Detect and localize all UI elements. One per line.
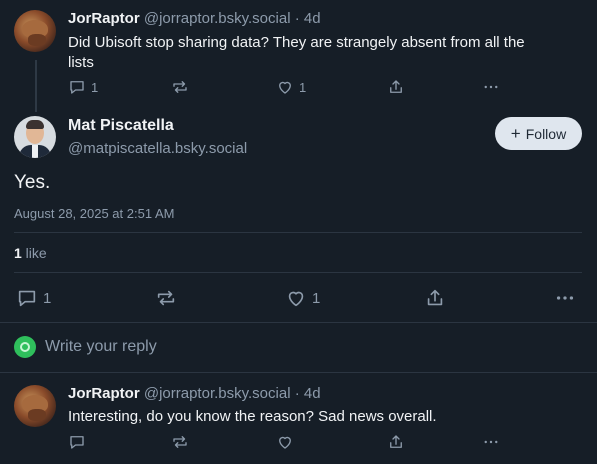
like-icon xyxy=(279,81,291,94)
parent-share-button[interactable] xyxy=(387,78,405,96)
more-icon xyxy=(484,440,498,444)
parent-post-header: JorRaptor @jorraptor.bsky.social · 4d xyxy=(68,10,321,27)
divider xyxy=(14,272,582,273)
share-icon xyxy=(390,435,402,448)
avatar-mat-piscatella[interactable] xyxy=(14,116,56,158)
reply-share-button[interactable] xyxy=(387,433,405,451)
reply-author-name[interactable]: JorRaptor xyxy=(68,385,140,402)
avatar-jorraptor[interactable] xyxy=(14,10,56,52)
repost-icon xyxy=(173,81,187,93)
parent-reply-button[interactable]: 1 xyxy=(68,78,98,96)
share-icon xyxy=(390,80,402,93)
avatar-jorraptor[interactable] xyxy=(14,385,56,427)
parent-reply-count: 1 xyxy=(91,79,99,95)
repost-icon xyxy=(173,436,187,448)
parent-more-button[interactable] xyxy=(481,78,501,96)
thread-connector xyxy=(35,60,37,112)
reply-more-button[interactable] xyxy=(481,433,501,451)
focus-repost-button[interactable] xyxy=(155,287,177,309)
more-icon xyxy=(484,85,498,89)
focus-author-name[interactable]: Mat Piscatella xyxy=(68,117,174,135)
focus-reply-count: 1 xyxy=(43,289,52,307)
parent-post-text: Did Ubisoft stop sharing data? They are … xyxy=(68,33,578,73)
focus-more-button[interactable] xyxy=(553,287,577,309)
post-age[interactable]: 4d xyxy=(304,385,321,402)
focus-like-count: 1 xyxy=(312,289,321,307)
parent-repost-button[interactable] xyxy=(171,78,189,96)
likes-label: like xyxy=(21,245,47,261)
parent-post-text-line1: Did Ubisoft stop sharing data? They are … xyxy=(68,34,525,51)
reply-icon xyxy=(70,81,84,94)
focus-reply-button[interactable]: 1 xyxy=(16,287,51,309)
parent-author-name[interactable]: JorRaptor xyxy=(68,10,140,27)
reply-icon xyxy=(18,290,36,307)
focus-post-text: Yes. xyxy=(14,172,51,193)
reply-input-placeholder[interactable]: Write your reply xyxy=(45,338,157,356)
more-icon xyxy=(556,296,574,300)
parent-post-text-line2: lists xyxy=(68,54,94,71)
current-user-avatar xyxy=(14,336,36,358)
reply-post-text: Interesting, do you know the reason? Sad… xyxy=(68,408,437,425)
parent-like-count: 1 xyxy=(299,79,307,95)
separator-dot: · xyxy=(294,10,300,27)
reply-repost-button[interactable] xyxy=(171,433,189,451)
like-icon xyxy=(288,291,304,307)
divider xyxy=(0,322,597,323)
parent-like-button[interactable]: 1 xyxy=(276,78,306,96)
divider xyxy=(14,232,582,233)
share-icon xyxy=(427,289,443,306)
reply-post-header: JorRaptor @jorraptor.bsky.social · 4d xyxy=(68,385,321,402)
likes-summary[interactable]: 1 like xyxy=(14,245,47,261)
follow-button[interactable]: + Follow xyxy=(495,117,582,150)
focus-like-button[interactable]: 1 xyxy=(285,287,320,309)
reply-author-handle[interactable]: @jorraptor.bsky.social xyxy=(144,385,291,402)
like-icon xyxy=(279,436,291,449)
reply-reply-button[interactable] xyxy=(68,433,86,451)
post-age[interactable]: 4d xyxy=(304,10,321,27)
likes-count: 1 xyxy=(14,245,22,261)
focus-post-timestamp[interactable]: August 28, 2025 at 2:51 AM xyxy=(14,206,174,221)
separator-dot: · xyxy=(294,385,300,402)
reply-like-button[interactable] xyxy=(276,433,294,451)
repost-icon xyxy=(157,290,175,306)
reply-composer[interactable]: Write your reply xyxy=(14,336,157,358)
focus-author-handle[interactable]: @matpiscatella.bsky.social xyxy=(68,140,247,157)
focus-share-button[interactable] xyxy=(424,287,446,309)
plus-icon: + xyxy=(510,124,521,143)
follow-button-label: Follow xyxy=(525,125,567,142)
parent-author-handle[interactable]: @jorraptor.bsky.social xyxy=(144,10,291,27)
divider xyxy=(0,372,597,373)
reply-icon xyxy=(70,436,84,449)
